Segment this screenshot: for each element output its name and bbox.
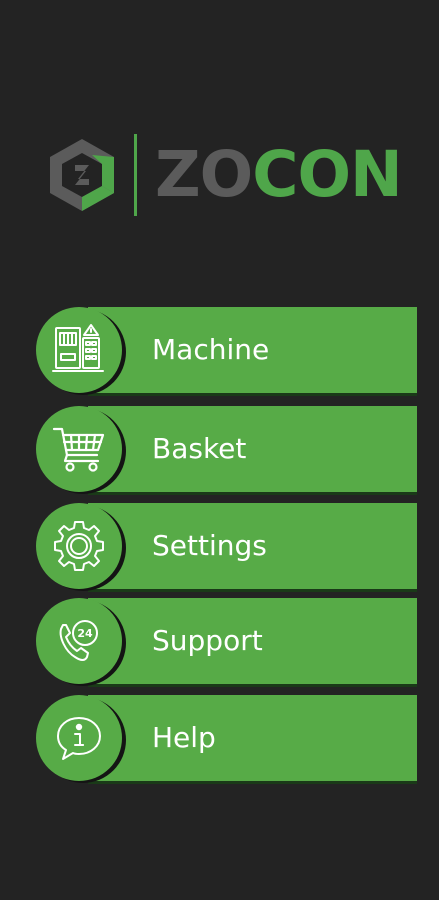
gear-icon [54,521,104,571]
menu-item-label: Machine [152,333,270,366]
menu-item-basket[interactable]: Basket [36,406,417,492]
menu-item-icon-circle [36,406,122,492]
logo-text-con: CON [252,138,403,211]
svg-text:24: 24 [77,627,93,640]
logo-wordmark: ZOCON [155,138,403,212]
menu-item-label: Basket [152,432,247,465]
info-bubble-icon [57,717,101,760]
menu-item-icon-circle: 24 [36,598,122,684]
menu-item-help[interactable]: Help [36,695,417,781]
menu-item-bar [88,406,417,492]
logo-text-zo: ZO [155,138,253,211]
menu-item-label: Help [152,721,216,754]
menu-item-settings[interactable]: Settings [36,503,417,589]
main-menu-screen: ZOCON Machine Basket Settings 24 Support… [0,0,439,900]
phone-24-icon: 24 [59,620,98,661]
menu-item-bar [88,695,417,781]
logo-divider [134,134,137,216]
app-logo: ZOCON [42,130,412,220]
menu-item-icon-circle [36,503,122,589]
menu-item-icon-circle [36,307,122,393]
vending-machine-icon [52,324,104,372]
menu-item-label: Settings [152,529,267,562]
menu-item-support[interactable]: 24 Support [36,598,417,684]
shopping-cart-icon [52,427,105,472]
zocon-hexagon-logo-icon [50,139,114,211]
menu-item-icon-circle [36,695,122,781]
menu-item-machine[interactable]: Machine [36,307,417,393]
menu-item-label: Support [152,624,263,657]
